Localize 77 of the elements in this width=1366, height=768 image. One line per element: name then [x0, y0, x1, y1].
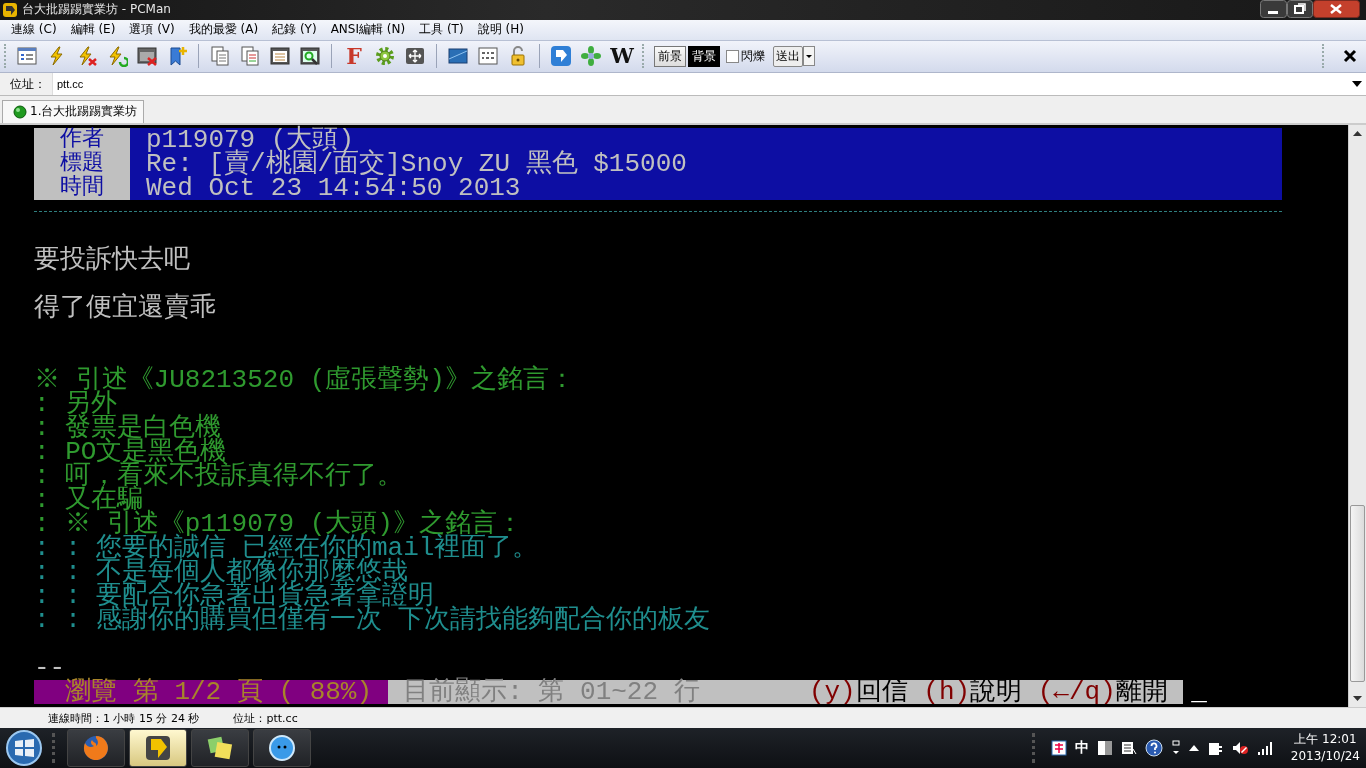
menu-item[interactable]: 紀錄 (Y): [265, 21, 324, 39]
status-text: 瀏覽 第 1/2 頁 ( 88%): [34, 679, 388, 704]
toolbar-button[interactable]: F: [342, 44, 366, 69]
window-title: 台大批踢踢實業坊 - PCMan: [22, 1, 171, 19]
taskbar-button[interactable]: [253, 729, 311, 767]
address-field[interactable]: ptt.cc: [53, 72, 1348, 95]
body-text: 要投訴快去吧: [34, 247, 190, 272]
options-icon: [1170, 740, 1181, 756]
scroll-down-icon: [1353, 696, 1362, 702]
app-logo-icon[interactable]: [550, 45, 572, 68]
restore-button[interactable]: [1287, 0, 1313, 18]
scrollbar[interactable]: [1348, 124, 1366, 708]
checkbox-label: 閃爍: [741, 47, 765, 65]
scroll-up-icon: [1353, 130, 1362, 136]
magnifier-window-icon[interactable]: [299, 45, 321, 68]
header-label: 時間: [34, 175, 130, 200]
menu-item[interactable]: ANSI編輯 (N): [323, 21, 413, 39]
status-text: 目前顯示: 第 01~22 行: [387, 679, 809, 704]
blink-checkbox[interactable]: [726, 49, 739, 63]
menu-item[interactable]: 選項 (V): [122, 21, 182, 39]
copy-icon[interactable]: [209, 45, 231, 68]
gear-icon[interactable]: [374, 45, 396, 68]
clock[interactable]: 上午 12:01 2013/10/24: [1290, 731, 1360, 765]
quote-text: : : 感謝你的購買但僅有一次 下次請找能夠配合你的板友: [34, 607, 710, 632]
status-text: 位址：ptt.cc: [233, 710, 298, 726]
taskbar-button[interactable]: [67, 729, 125, 767]
dropdown-button[interactable]: [803, 46, 815, 67]
muted-speaker-icon: [1230, 740, 1249, 756]
key-hint: (←/q): [1037, 679, 1116, 704]
half-width-icon: [1096, 740, 1113, 756]
address-label: 位址：: [0, 72, 53, 95]
keyboard-icon: [1120, 740, 1137, 756]
color-button[interactable]: 背景: [688, 45, 720, 67]
header-value: Re: [賣/桃園/面交]Snoy ZU 黑色 $15000: [145, 151, 687, 176]
send-button[interactable]: 送出: [773, 45, 803, 67]
menu-item[interactable]: 我的最愛 (A): [181, 21, 266, 39]
chat-bubble-icon: [266, 732, 298, 764]
menu-item[interactable]: 工具 (T): [412, 21, 471, 39]
show-hidden-icon: [1188, 744, 1199, 752]
header-label: 標題: [34, 151, 130, 176]
app-logo-icon: [2, 2, 18, 18]
document-icon[interactable]: [269, 45, 291, 68]
body-text: --: [34, 655, 66, 680]
start-button[interactable]: [4, 728, 44, 768]
taskbar-button[interactable]: [191, 729, 249, 767]
window-cross-icon[interactable]: [136, 45, 158, 68]
power-plug-icon: [1206, 740, 1223, 756]
tab[interactable]: 1.台大批踢踢實業坊: [2, 99, 145, 123]
menu-item[interactable]: 說明 (H): [470, 21, 531, 39]
menu-item[interactable]: 連線 (C): [4, 21, 64, 39]
header-value: Wed Oct 23 14:54:50 2013: [145, 175, 521, 200]
close-icon[interactable]: [1342, 48, 1358, 65]
ime-icon: [1050, 740, 1067, 756]
minimize-button[interactable]: [1260, 0, 1287, 18]
scroll-thumb[interactable]: [1350, 505, 1365, 683]
menu-item[interactable]: 編輯 (E): [63, 21, 123, 39]
body-text: 得了便宜還賣乖: [34, 295, 216, 320]
text-window-icon[interactable]: [477, 45, 499, 68]
ball-icon: [13, 104, 27, 119]
key-hint: (y): [808, 679, 856, 704]
toolbar-button[interactable]: W: [610, 44, 634, 69]
key-hint: (h): [923, 679, 971, 704]
site-list-icon[interactable]: [16, 45, 38, 68]
header-label: 作者: [34, 127, 130, 152]
color-button[interactable]: 前景: [654, 45, 686, 67]
cursor: _: [1190, 679, 1207, 704]
lightning-cross-icon[interactable]: [76, 45, 98, 68]
ime-mode[interactable]: 中: [1074, 739, 1089, 757]
signal-bars-icon: [1256, 741, 1273, 755]
pages-icon[interactable]: [239, 45, 261, 68]
help-icon: [1144, 739, 1163, 757]
taskbar-button[interactable]: [129, 729, 187, 767]
status-text: 連線時間：1 小時 15 分 24 秒: [48, 710, 200, 726]
lightning-arrow-icon[interactable]: [106, 45, 128, 68]
dropdown-button[interactable]: [1348, 72, 1366, 95]
close-button[interactable]: [1313, 0, 1360, 18]
quote-text: : 又在騙: [34, 487, 144, 512]
